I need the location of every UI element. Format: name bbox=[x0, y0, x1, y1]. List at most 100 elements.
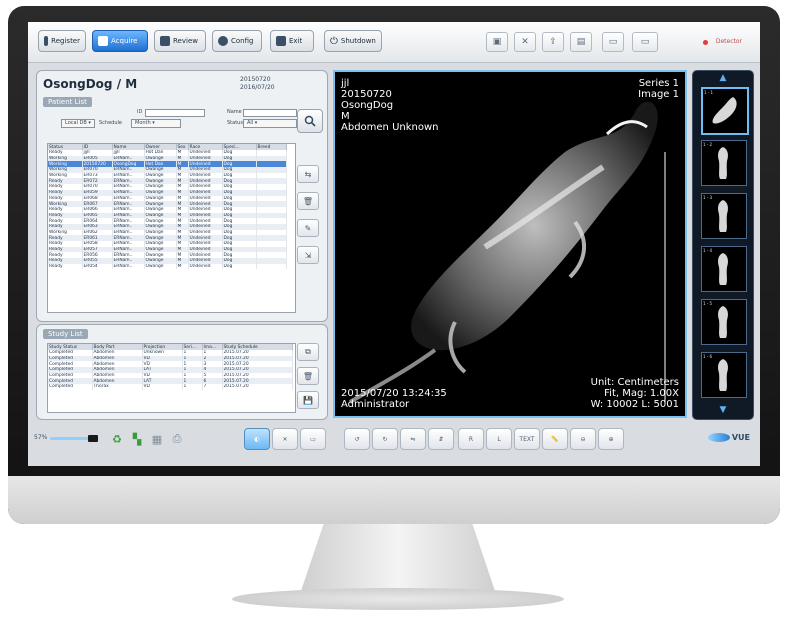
search-button[interactable] bbox=[297, 109, 323, 133]
patient-id-date: 20150720 bbox=[240, 76, 271, 83]
study-grid: Study Status Body Part Projection Seri... Im… bbox=[48, 344, 293, 390]
flip-vertical-icon: ⇵ bbox=[438, 435, 444, 443]
layout-icon[interactable]: ▚ bbox=[128, 430, 146, 448]
copy-icon: ⧉ bbox=[305, 347, 311, 356]
patient-table: Status ID Name Owner Sex Race Speci... Breed Re… bbox=[47, 143, 296, 313]
table-row[interactable]: Ready ER054 ERNam.. Owange M Undeined Dog bbox=[48, 263, 287, 270]
table-cell: Completed bbox=[48, 384, 93, 390]
table-cell: ER054 bbox=[82, 263, 113, 270]
acquire-button[interactable]: Acquire bbox=[92, 30, 148, 52]
invert-button[interactable]: ▭ bbox=[300, 428, 326, 450]
patient-actions: ⇆ 🗑 ✎ ⇲ bbox=[297, 165, 321, 273]
capture-icon[interactable]: ▣ bbox=[486, 32, 508, 52]
thumbnail-label: 1 - 6 bbox=[703, 354, 713, 359]
thumbnail-5[interactable]: 1 - 5 bbox=[701, 299, 747, 345]
study-copy-button[interactable]: ⧉ bbox=[297, 343, 319, 361]
invert-icon: ▭ bbox=[310, 435, 316, 443]
measure-button[interactable]: 📏 bbox=[542, 428, 568, 450]
schedule-select[interactable]: Month ▾ bbox=[131, 119, 181, 128]
thumbnail-3[interactable]: 1 - 3 bbox=[701, 193, 747, 239]
rotate-ccw-button[interactable]: ↺ bbox=[344, 428, 370, 450]
print-small-icon[interactable]: ⎙ bbox=[168, 430, 186, 448]
thumbnail-label: 1 - 5 bbox=[703, 301, 713, 306]
thumbnail-xray-icon bbox=[718, 200, 728, 232]
window-level-button[interactable]: ◐ bbox=[244, 428, 270, 450]
id-input[interactable] bbox=[145, 109, 205, 117]
delete-button[interactable]: 🗑 bbox=[297, 192, 319, 210]
overlay-datetime: 2015/07/20 13:24:35 bbox=[341, 388, 447, 399]
export-icon[interactable]: ▭ bbox=[602, 32, 624, 52]
overlay-operator: Administrator bbox=[341, 399, 410, 410]
thumbnail-6[interactable]: 1 - 6 bbox=[701, 352, 747, 398]
study-save-button[interactable]: 💾 bbox=[297, 391, 319, 409]
thumbnail-2[interactable]: 1 - 2 bbox=[701, 140, 747, 186]
search-icon bbox=[304, 115, 316, 127]
edit-button[interactable]: ✎ bbox=[297, 219, 319, 237]
thumbnail-label: 1 - 4 bbox=[703, 248, 713, 253]
monitor-stand-neck bbox=[300, 524, 496, 594]
scroll-down-icon[interactable]: ▼ bbox=[717, 405, 729, 415]
status-label: Status bbox=[227, 120, 243, 126]
thumbnail-label: 1 - 2 bbox=[703, 142, 713, 147]
table-cell: Undeined bbox=[188, 263, 223, 270]
study-list-label: Study List bbox=[43, 329, 88, 339]
review-button[interactable]: Review bbox=[154, 30, 206, 52]
recycle-icon[interactable]: ♻ bbox=[108, 430, 126, 448]
thumbnail-4[interactable]: 1 - 4 bbox=[701, 246, 747, 292]
send-icon[interactable]: ⇪ bbox=[542, 32, 564, 52]
register-button[interactable]: Register bbox=[38, 30, 86, 52]
merge-icon: ⇆ bbox=[304, 169, 312, 179]
table-row[interactable]: Completed Thorax VD 1 7 2015.07.20 bbox=[48, 384, 293, 390]
zoom-out-icon: ⊖ bbox=[580, 435, 586, 443]
import-button[interactable]: ⇲ bbox=[297, 246, 319, 264]
patient-name: OsongDog / M bbox=[43, 77, 138, 91]
status-select[interactable]: All ▾ bbox=[243, 119, 297, 128]
patient-list-label: Patient List bbox=[43, 97, 92, 107]
reset-button[interactable]: ✕ bbox=[272, 428, 298, 450]
study-delete-button[interactable]: 🗑 bbox=[297, 367, 319, 385]
table-cell: 1 bbox=[182, 384, 203, 390]
print-icon[interactable]: ▤ bbox=[570, 32, 592, 52]
flip-horizontal-icon: ⇋ bbox=[410, 435, 416, 443]
trash-icon: 🗑 bbox=[302, 196, 314, 206]
scroll-up-icon[interactable]: ▲ bbox=[717, 73, 729, 83]
thumbnail-xray-icon bbox=[718, 306, 728, 338]
schedule-label: Schedule bbox=[99, 120, 122, 126]
detector-status-text: Detector bbox=[715, 38, 742, 45]
exit-icon bbox=[276, 36, 286, 46]
thumbnail-1[interactable]: 1 - 1 bbox=[701, 87, 749, 135]
flip-v-button[interactable]: ⇵ bbox=[428, 428, 454, 450]
overlay-bottom-right: Unit: Centimeters Fit, Mag: 1.00X W: 100… bbox=[591, 377, 679, 410]
ruler-icon: 📏 bbox=[551, 435, 559, 443]
grid-icon[interactable]: ▦ bbox=[148, 430, 166, 448]
review-icon bbox=[160, 36, 170, 46]
exit-button[interactable]: Exit bbox=[270, 30, 314, 52]
r-marker-button[interactable]: R bbox=[458, 428, 484, 450]
flip-h-button[interactable]: ⇋ bbox=[400, 428, 426, 450]
zoom-in-button[interactable]: ⊕ bbox=[598, 428, 624, 450]
name-input[interactable] bbox=[243, 109, 297, 117]
overlay-top-left: jjl 20150720 OsongDog M Abdomen Unknown bbox=[341, 78, 439, 133]
overlay-window-level: W: 10002 L: 5001 bbox=[590, 399, 679, 410]
save-icon: 💾 bbox=[303, 395, 313, 405]
brand-swoosh-icon bbox=[707, 433, 730, 442]
cancel-icon[interactable]: ✕ bbox=[514, 32, 536, 52]
merge-button[interactable]: ⇆ bbox=[297, 165, 319, 183]
id-label: ID bbox=[137, 109, 143, 115]
study-actions: ⧉ 🗑 💾 bbox=[297, 343, 319, 418]
overlay-date: 20150720 bbox=[341, 89, 392, 100]
l-marker-button[interactable]: L bbox=[486, 428, 512, 450]
shutdown-button[interactable]: ⏻ Shutdown bbox=[324, 30, 382, 52]
image-viewer[interactable]: jjl 20150720 OsongDog M Abdomen Unknown … bbox=[333, 70, 687, 418]
table-cell: Owange bbox=[144, 263, 177, 270]
close-icon: ✕ bbox=[282, 435, 288, 443]
zoom-out-button[interactable]: ⊖ bbox=[570, 428, 596, 450]
overlay-bottom-left: 2015/07/20 13:24:35 Administrator bbox=[341, 388, 447, 410]
scope-select[interactable]: Local DB ▾ bbox=[61, 119, 95, 128]
rotate-cw-button[interactable]: ↻ bbox=[372, 428, 398, 450]
config-button[interactable]: Config bbox=[212, 30, 262, 52]
text-annotation-button[interactable]: TEXT bbox=[514, 428, 540, 450]
study-table: Study Status Body Part Projection Seri... Im… bbox=[47, 343, 296, 413]
zoom-slider-handle[interactable] bbox=[88, 435, 98, 442]
edit-icon: ✎ bbox=[304, 223, 312, 233]
